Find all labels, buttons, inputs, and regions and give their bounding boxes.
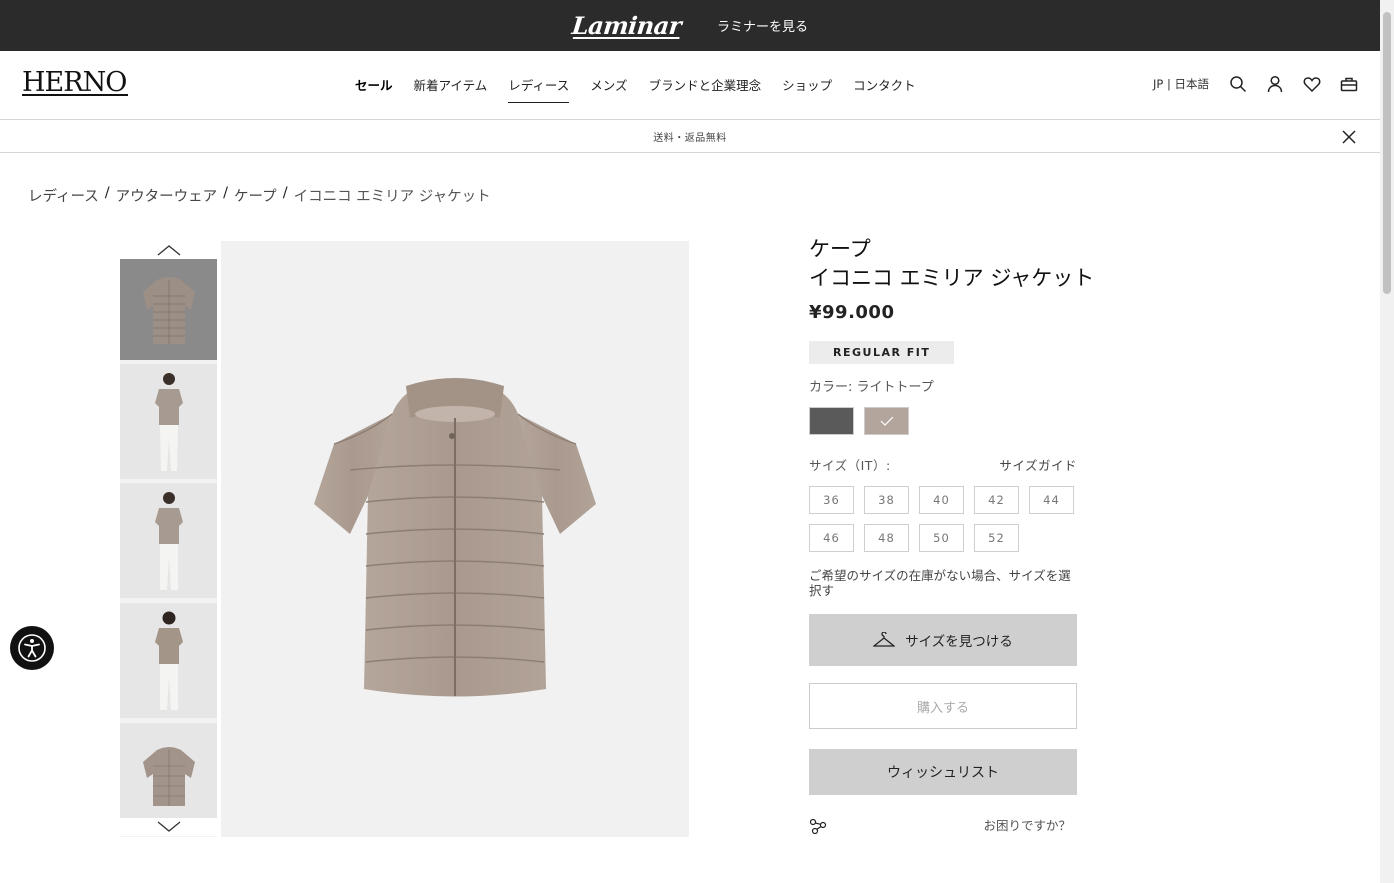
promo-bar: Laminar ラミナーを見る — [0, 0, 1380, 51]
chevron-up-icon[interactable] — [120, 241, 217, 259]
fit-badge: REGULAR FIT — [809, 341, 955, 364]
account-icon[interactable] — [1266, 75, 1284, 93]
thumbnail-detail[interactable] — [120, 723, 217, 818]
chevron-down-icon[interactable] — [120, 818, 217, 836]
main-nav: セール 新着アイテム レディース メンズ ブランドと企業理念 ショップ コンタク… — [355, 75, 937, 103]
help-link[interactable]: お困りですか？ — [983, 815, 1071, 834]
breadcrumb-separator: / — [282, 185, 288, 201]
thumbnail-front[interactable] — [120, 259, 217, 360]
color-swatches — [809, 407, 1077, 435]
page-scrollbar[interactable] — [1380, 0, 1394, 883]
size-option[interactable]: 46 — [809, 524, 854, 552]
breadcrumb-current: イコニコ エミリア ジャケット — [293, 189, 491, 205]
size-option[interactable]: 44 — [1029, 486, 1074, 514]
size-label: サイズ（IT）: — [809, 458, 891, 473]
size-option[interactable]: 36 — [809, 486, 854, 514]
heart-icon[interactable] — [1303, 75, 1321, 93]
close-icon[interactable] — [1340, 128, 1358, 146]
search-icon[interactable] — [1229, 75, 1247, 93]
nav-item-contact[interactable]: コンタクト — [853, 75, 916, 103]
language-selector[interactable]: JP | 日本語 — [1153, 76, 1209, 92]
thumbnail-model-back[interactable] — [120, 603, 217, 718]
size-option[interactable]: 40 — [919, 486, 964, 514]
laminar-logo[interactable]: Laminar — [570, 11, 682, 40]
brand-logo[interactable]: HERNO — [22, 67, 129, 98]
breadcrumb-outerwear[interactable]: アウターウェア — [116, 185, 218, 206]
find-size-button[interactable]: サイズを見つける — [809, 614, 1077, 666]
shipping-text: 送料・返品無料 — [653, 132, 727, 144]
size-option[interactable]: 52 — [974, 524, 1019, 552]
size-option[interactable]: 38 — [864, 486, 909, 514]
breadcrumb-capes[interactable]: ケープ — [234, 185, 277, 206]
jacket-image — [314, 378, 596, 697]
thumbnail-model-front-2[interactable] — [120, 483, 217, 598]
breadcrumb-separator: / — [104, 185, 110, 201]
product-category: ケープ — [809, 237, 871, 261]
product-main-image[interactable] — [221, 241, 689, 837]
size-guide-link[interactable]: サイズガイド — [999, 455, 1077, 474]
accessibility-icon[interactable] — [10, 626, 54, 670]
shipping-banner: 送料・返品無料 — [0, 120, 1380, 153]
nav-item-men[interactable]: メンズ — [590, 75, 627, 103]
product-info: ケープ イコニコ エミリア ジャケット ¥99.000 REGULAR FIT … — [809, 236, 1095, 834]
nav-item-new-arrivals[interactable]: 新着アイテム — [414, 75, 488, 103]
size-header: サイズ（IT）: サイズガイド — [809, 455, 1077, 474]
thumbnail-strip — [120, 241, 217, 837]
product-name: イコニコ エミリア ジャケット — [809, 266, 1095, 290]
size-options: 36 38 40 42 44 46 48 50 52 — [809, 486, 1079, 552]
bag-icon[interactable] — [1340, 75, 1358, 93]
share-icon[interactable] — [809, 816, 827, 834]
size-option[interactable]: 48 — [864, 524, 909, 552]
product-price: ¥99.000 — [809, 302, 895, 323]
product-footer-row: お困りですか？ — [809, 815, 1077, 834]
header-actions: JP | 日本語 — [1153, 75, 1377, 93]
thumbnail-model-front[interactable] — [120, 364, 217, 479]
color-swatch-dark-grey[interactable] — [809, 407, 854, 435]
wishlist-button[interactable]: ウィッシュリスト — [809, 749, 1077, 795]
color-label: カラー: ライトトープ — [809, 380, 934, 395]
hanger-icon — [873, 632, 896, 647]
color-swatch-light-taupe[interactable] — [864, 407, 909, 435]
site-header: HERNO セール 新着アイテム レディース メンズ ブランドと企業理念 ショッ… — [0, 51, 1380, 120]
scrollbar-thumb[interactable] — [1383, 12, 1391, 294]
laminar-link[interactable]: ラミナーを見る — [717, 16, 808, 35]
check-icon — [880, 416, 893, 426]
nav-item-brand[interactable]: ブランドと企業理念 — [649, 75, 762, 103]
size-option[interactable]: 42 — [974, 486, 1019, 514]
nav-item-women[interactable]: レディース — [508, 75, 570, 103]
find-size-label: サイズを見つける — [905, 634, 1013, 650]
breadcrumb: レディース / アウターウェア / ケープ / イコニコ エミリア ジャケット — [28, 185, 491, 206]
nav-item-shops[interactable]: ショップ — [782, 75, 832, 103]
breadcrumb-separator: / — [223, 185, 229, 201]
breadcrumb-women[interactable]: レディース — [28, 185, 99, 206]
nav-item-sale[interactable]: セール — [355, 75, 393, 103]
size-availability-note: ご希望のサイズの在庫がない場合、サイズを選択す — [809, 568, 1071, 598]
buy-button[interactable]: 購入する — [809, 683, 1077, 729]
size-option[interactable]: 50 — [919, 524, 964, 552]
